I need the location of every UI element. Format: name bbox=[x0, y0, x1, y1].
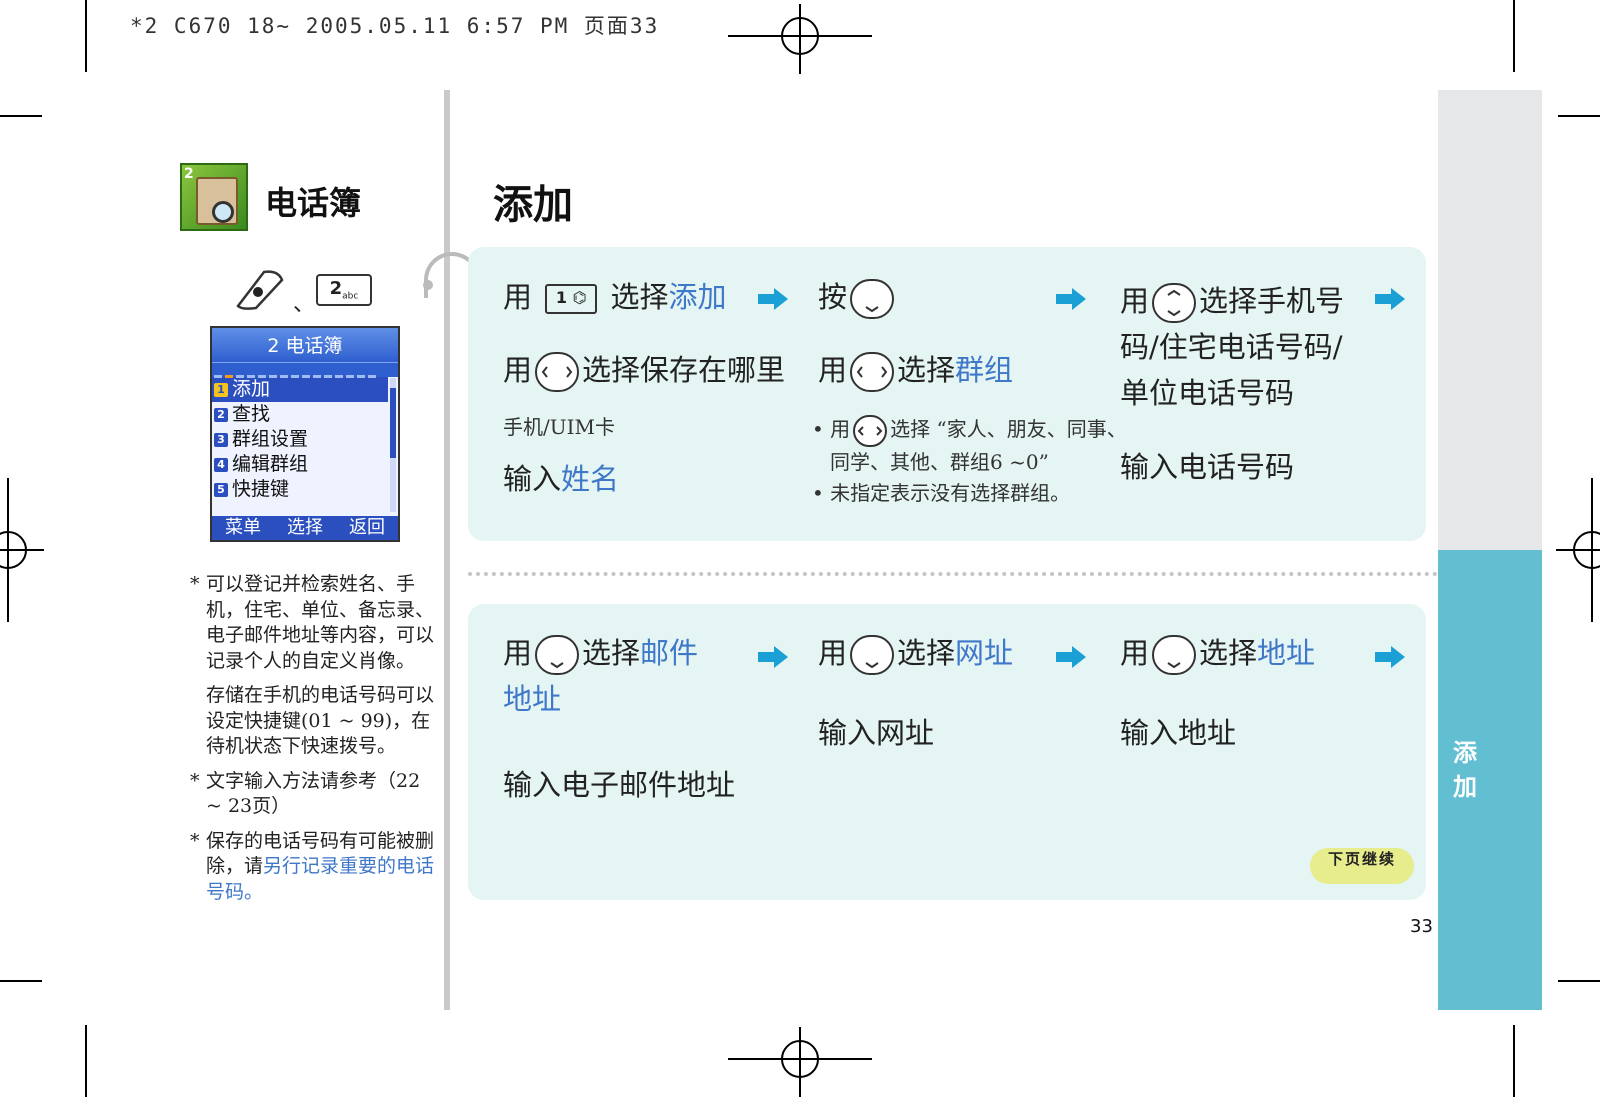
step-enter-email: 输入电子邮件地址 bbox=[503, 768, 736, 802]
nav-key-up-down-icon bbox=[1152, 283, 1197, 323]
step-press-ok: 按 bbox=[818, 274, 897, 320]
arrow-right-icon bbox=[1375, 646, 1405, 668]
crop-mark bbox=[1513, 0, 1515, 72]
crop-mark bbox=[85, 0, 87, 72]
nav-key-left-right-icon bbox=[850, 352, 895, 392]
page-title: 添加 bbox=[493, 182, 573, 228]
phone-menu-item: 5 快捷键 bbox=[212, 477, 398, 502]
registration-mark-top bbox=[728, 4, 872, 74]
side-tab-top bbox=[1438, 90, 1542, 550]
notes: 可以登记并检索姓名、手机，住宅、单位、备忘录、电子邮件地址等内容，可以记录个人的… bbox=[190, 572, 440, 914]
side-tab-label: 添 加 bbox=[1453, 739, 1477, 801]
nav-key-down-icon bbox=[850, 279, 895, 319]
step-enter-url: 输入网址 bbox=[818, 716, 935, 750]
nav-key-down-icon bbox=[535, 635, 580, 675]
registration-mark-right bbox=[1556, 478, 1600, 622]
crop-mark bbox=[0, 115, 42, 117]
arrow-right-icon bbox=[758, 646, 788, 668]
nav-key-left-right-icon bbox=[535, 352, 580, 392]
step-select-group: 用选择群组 bbox=[818, 347, 1013, 393]
crop-mark bbox=[85, 1025, 87, 1097]
panel-hook-dot bbox=[423, 280, 433, 290]
group-bullet-2: • 未指定表示没有选择群组。 bbox=[812, 481, 1071, 505]
chapter-title: 电话簿 bbox=[265, 184, 362, 222]
step-select-url: 用选择网址 bbox=[818, 630, 1013, 676]
dotted-separator bbox=[468, 572, 1438, 576]
step-enter-name: 输入姓名 bbox=[503, 462, 620, 496]
step-select-storage: 用选择保存在哪里 bbox=[503, 347, 785, 393]
step-select-add: 用 1 ⌬ 选择添加 bbox=[503, 280, 727, 314]
crop-mark bbox=[0, 980, 42, 982]
key-1-icon: 1 ⌬ bbox=[545, 284, 598, 314]
note-item: 存储在手机的电话号码可以设定快捷键(01 ~ 99)，在待机状态下快速拨号。 bbox=[206, 684, 435, 757]
crop-mark bbox=[1513, 1025, 1515, 1097]
registration-mark-left bbox=[0, 478, 44, 622]
registration-mark-bottom bbox=[728, 1027, 872, 1097]
phonebook-icon: 2 bbox=[180, 163, 248, 231]
soft-key-icon bbox=[236, 270, 284, 310]
step-select-email: 用选择邮件 地址 bbox=[503, 635, 699, 716]
step-select-address: 用选择地址 bbox=[1120, 630, 1315, 676]
phone-menu-item: 2 查找 bbox=[212, 402, 398, 427]
note-item: 文字输入方法请参考（22 ~ 23页） bbox=[190, 769, 440, 820]
phone-screen-indicator bbox=[212, 362, 398, 378]
key-2-icon: 2abc bbox=[316, 274, 372, 306]
note-item: 保存的电话号码有可能被删除，请另行记录重要的电话号码。 bbox=[190, 829, 440, 906]
print-header: *2 C670 18~ 2005.05.11 6:57 PM 页面33 bbox=[130, 14, 660, 38]
phone-screen-title: 2 电话簿 bbox=[212, 328, 398, 362]
step-enter-number: 输入电话号码 bbox=[1120, 450, 1295, 484]
crop-mark bbox=[1558, 980, 1600, 982]
continue-badge: 下页继续 bbox=[1310, 848, 1414, 884]
key-separator: 、 bbox=[293, 292, 316, 317]
note-item: 可以登记并检索姓名、手机，住宅、单位、备忘录、电子邮件地址等内容，可以记录个人的… bbox=[190, 572, 440, 674]
step-enter-address: 输入地址 bbox=[1120, 716, 1237, 750]
arrow-right-icon bbox=[758, 288, 788, 310]
nav-key-down-icon bbox=[1152, 635, 1197, 675]
step-select-number-type: 用选择手机号 码/住宅电话号码/ 单位电话号码 bbox=[1120, 283, 1345, 410]
phone-screen: 2 电话簿 1 添加 2 查找 3 群组设置 4 编辑群组 5 快捷键 菜单 选择 返回 bbox=[210, 326, 400, 542]
arrow-right-icon bbox=[1056, 288, 1086, 310]
storage-options: 手机/UIM卡 bbox=[503, 415, 615, 439]
arrow-right-icon bbox=[1375, 288, 1405, 310]
page-number: 33 bbox=[1410, 916, 1433, 937]
nav-key-down-icon bbox=[850, 635, 895, 675]
phone-scrollbar bbox=[390, 378, 396, 512]
nav-key-left-right-icon bbox=[853, 414, 888, 447]
arrow-right-icon bbox=[1056, 646, 1086, 668]
crop-mark bbox=[1558, 115, 1600, 117]
phone-menu-item: 1 添加 bbox=[212, 377, 388, 402]
phone-menu-item: 3 群组设置 bbox=[212, 427, 398, 452]
phone-softkey-bar: 菜单 选择 返回 bbox=[212, 516, 398, 540]
column-divider bbox=[444, 90, 450, 1010]
group-bullet-1: • 用选择 “家人、朋友、同事、 同学、其他、群组6 ~0” bbox=[812, 414, 1127, 478]
phone-menu-item: 4 编辑群组 bbox=[212, 452, 398, 477]
